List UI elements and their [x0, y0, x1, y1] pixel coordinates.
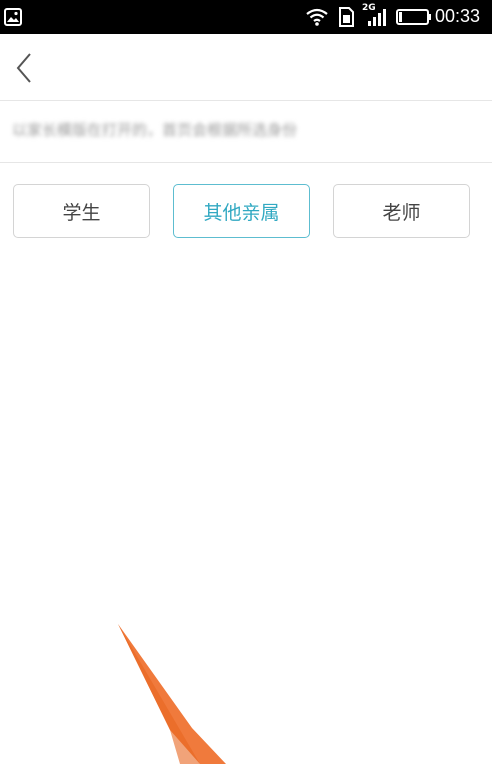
- back-button[interactable]: [8, 46, 44, 90]
- nav-bar: [0, 34, 492, 100]
- status-time: 00:33: [435, 6, 481, 26]
- role-option-other-relative[interactable]: 其他亲属: [173, 184, 310, 238]
- divider-bottom: [0, 162, 492, 163]
- gallery-notification-icon: [4, 8, 22, 26]
- role-option-teacher[interactable]: 老师: [333, 184, 470, 238]
- pointer-arrow-annotation: [118, 624, 226, 764]
- status-bar: 2G 00:33: [0, 0, 492, 34]
- divider-top: [0, 100, 492, 101]
- battery-icon: [396, 9, 431, 25]
- sim-card-icon: [339, 7, 354, 27]
- signal-strength-icon: [368, 9, 386, 26]
- hint-text: 以家长模版在打开的，首页会根据所选身份: [12, 121, 298, 139]
- role-option-student[interactable]: 学生: [13, 184, 150, 238]
- wifi-icon: [306, 8, 328, 26]
- chevron-left-icon: [16, 53, 31, 83]
